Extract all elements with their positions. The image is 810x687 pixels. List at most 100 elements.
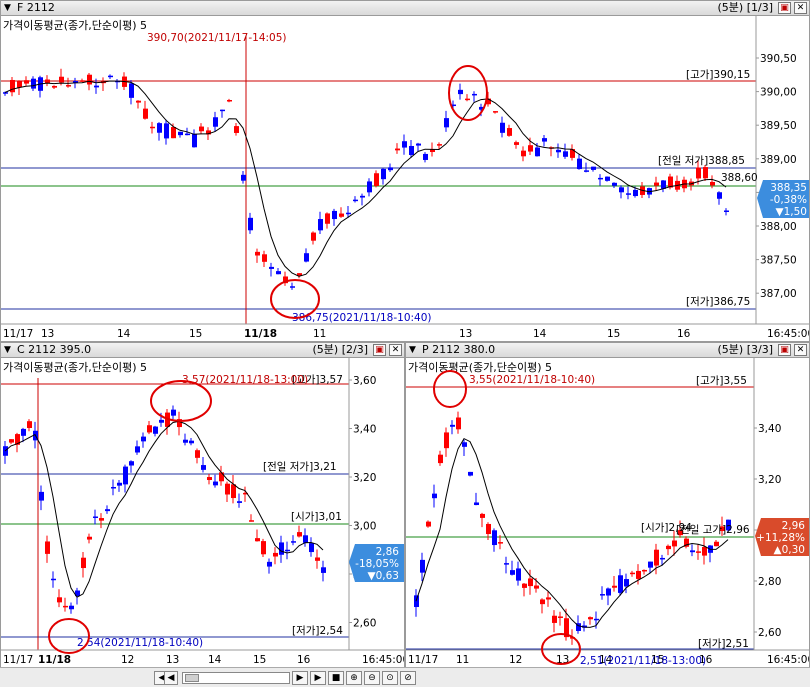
max-price-note: 3,55(2021/11/18-10:40) [469,374,595,386]
candle-body [474,502,479,506]
candle-body [619,187,624,193]
panel-titlebar[interactable]: ▼ F 2112 (5분) [1/3] ▣ ✕ [1,1,809,16]
candle-body [500,122,505,133]
current-change: ▼1,50 [776,206,807,218]
candle-body [444,118,449,128]
candle-body [136,100,141,103]
scroll-end-icon[interactable]: ▶ [310,671,326,685]
date-tick-label: 15 [607,328,620,340]
candle-body [157,123,162,133]
date-tick-label: 12 [509,654,522,666]
candle-body [426,521,431,527]
candle-body [141,436,146,442]
low-price-label: [저가]386,75 [686,296,750,308]
candle-body [472,93,477,96]
price-tick-label: 2,60 [353,618,376,630]
close-icon[interactable]: ✕ [794,2,807,14]
date-tick-label: 11/18 [244,328,277,340]
candle-body [535,147,540,157]
max-price-note: 3,57(2021/11/18-13:00) [182,374,308,386]
candle-body [192,133,197,148]
candle-body [267,561,272,567]
candle-body [318,219,323,231]
date-tick-label: 13 [459,328,472,340]
close-icon[interactable]: ✕ [389,344,402,356]
candle-body [52,85,57,88]
price-tick-label: 3,20 [758,474,781,486]
candle-body [66,85,71,87]
candle-body [183,439,188,443]
candle-body [563,151,568,157]
candle-body [105,509,110,512]
candle-body [594,618,599,621]
candle-body [304,253,309,262]
collapse-icon[interactable]: ▼ [4,343,11,357]
scroll-home-icon[interactable]: ◀ [164,671,178,685]
current-price: 2,86 [376,546,400,558]
candle-body [577,158,582,170]
candle-body [21,428,26,436]
candle-body [624,579,629,587]
panel-title: C 2112 395.0 [17,343,92,356]
zoom-out-icon[interactable]: ⊖ [364,671,380,685]
candle-body [117,482,122,486]
candle-body [456,417,461,430]
current-price-badge: 388,35-0,38%▼1,50 [757,180,809,218]
candle-body [39,491,44,501]
call-option-chart-panel: ▼ C 2112 395.0 (5분) [2/3] ▣ ✕ 3,60 3,40 3,… [0,342,405,668]
candle-body [591,166,596,170]
zoom-reset-icon[interactable]: ⊙ [382,671,398,685]
candle-body [31,78,36,89]
open-price-label: 388,60 [721,172,758,184]
candle-body [219,472,224,482]
call-option-chart[interactable]: 3,603,403,203,002,802,6011/1711/18121314… [1,358,405,668]
zoom-in-icon[interactable]: ⊕ [346,671,362,685]
date-tick-label: 14 [533,328,547,340]
put-option-chart-panel: ▼ P 2112 380.0 (5분) [3/3] ▣ ✕ 3,40 3,20 3,… [405,342,810,668]
panel-title: P 2112 380.0 [422,343,496,356]
candle-body [588,617,593,620]
scroll-thumb[interactable] [185,674,199,682]
current-change: ▲0,30 [774,544,805,556]
panel-titlebar[interactable]: ▼ P 2112 380.0 (5분) [3/3] ▣ ✕ [406,343,809,358]
candle-body [498,542,503,544]
candle-body [290,286,295,288]
collapse-icon[interactable]: ▼ [409,343,416,357]
stop-icon[interactable]: ■ [328,671,344,685]
maximize-icon[interactable]: ▣ [373,344,386,356]
candle-body [108,75,113,78]
candle-body [480,513,485,518]
close-icon[interactable]: ✕ [794,344,807,356]
candle-body [353,199,358,202]
date-tick-label: 13 [41,328,54,340]
date-tick-label: 11 [313,328,326,340]
put-option-chart[interactable]: 3,403,203,002,802,6011/1711121314151616:… [406,358,810,668]
candle-body [309,543,314,553]
futures-chart[interactable]: 390,50390,00389,50389,00388,50388,00387,… [1,16,810,342]
candle-body [702,547,707,556]
date-tick-label: 14 [117,328,131,340]
candle-body [213,481,218,486]
indicator-label: 가격이동평균(종가,단순이평) 5 [3,19,147,32]
moving-average-line [4,420,324,598]
candle-body [273,552,278,557]
candle-body [225,483,230,495]
price-tick-label: 3,60 [353,375,376,387]
scroll-right-icon[interactable]: ▶ [292,671,308,685]
candle-body [409,145,414,156]
scroll-track[interactable] [182,672,290,684]
maximize-icon[interactable]: ▣ [778,344,791,356]
candle-body [507,128,512,136]
candle-body [546,597,551,600]
candle-body [606,588,611,596]
candle-body [528,145,533,152]
candle-body [432,493,437,499]
candle-body [195,450,200,458]
candle-body [388,167,393,171]
zoom-fit-icon[interactable]: ⊘ [400,671,416,685]
panel-title: F 2112 [17,1,55,14]
collapse-icon[interactable]: ▼ [4,1,11,15]
maximize-icon[interactable]: ▣ [778,2,791,14]
panel-titlebar[interactable]: ▼ C 2112 395.0 (5분) [2/3] ▣ ✕ [1,343,404,358]
candle-body [534,585,539,589]
